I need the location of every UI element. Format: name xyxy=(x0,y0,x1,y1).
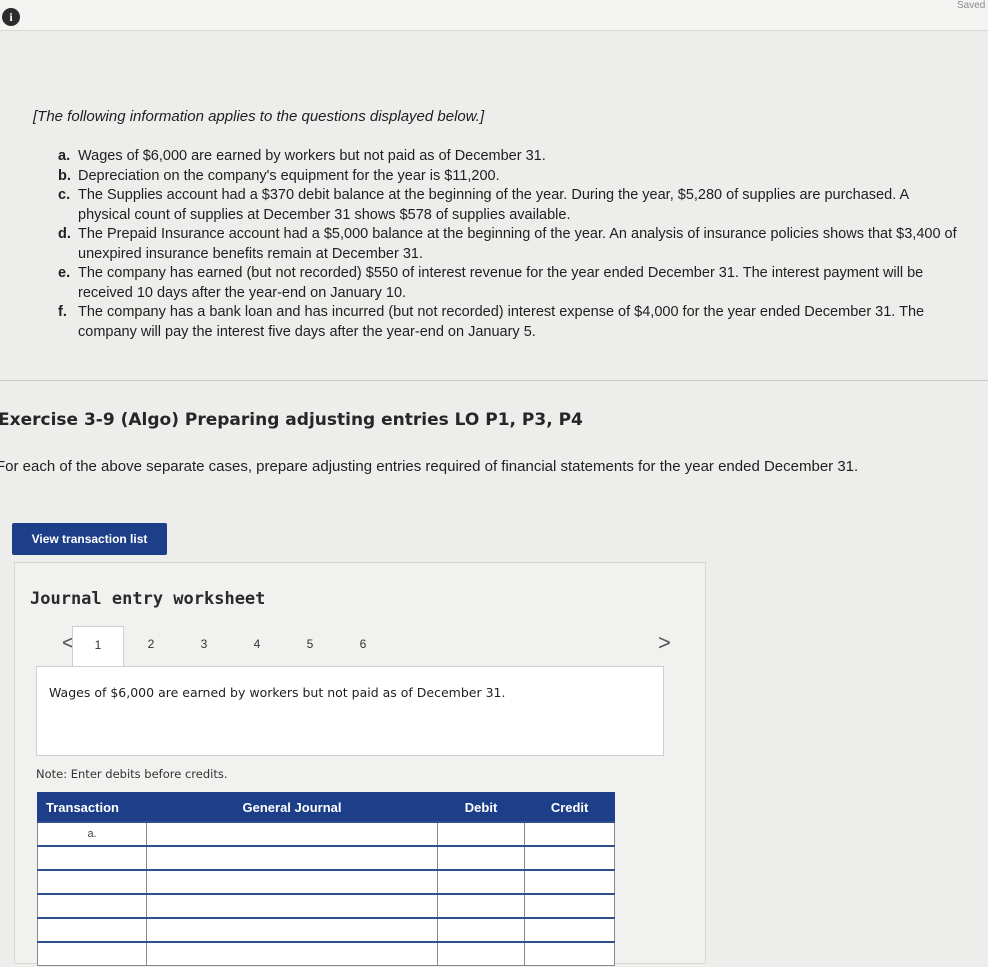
column-header-transaction: Transaction xyxy=(36,792,148,823)
credit-cell[interactable] xyxy=(524,869,615,895)
table-row xyxy=(36,869,615,895)
credit-cell[interactable] xyxy=(524,821,615,847)
case-marker: a. xyxy=(58,148,71,164)
debit-cell[interactable] xyxy=(436,917,526,943)
section-divider xyxy=(0,380,988,381)
tab-2[interactable]: 2 xyxy=(126,626,176,666)
credit-cell[interactable] xyxy=(524,941,615,966)
credit-cell[interactable] xyxy=(524,917,615,943)
table-row xyxy=(36,917,615,943)
credit-cell[interactable] xyxy=(524,845,615,871)
table-row xyxy=(36,893,615,919)
tab-4[interactable]: 4 xyxy=(232,626,282,666)
case-text: Depreciation on the company's equipment … xyxy=(78,167,500,184)
case-text: The company has a bank loan and has incu… xyxy=(78,304,925,340)
entry-description: Wages of $6,000 are earned by workers bu… xyxy=(49,685,506,700)
case-text: Wages of $6,000 are earned by workers bu… xyxy=(78,148,546,164)
table-row xyxy=(36,941,615,966)
case-text: The company has earned (but not recorded… xyxy=(78,265,924,301)
case-marker: d. xyxy=(58,226,71,242)
table-row: a. xyxy=(36,821,615,847)
exercise-instructions: For each of the above separate cases, pr… xyxy=(0,458,859,475)
debit-cell[interactable] xyxy=(436,941,526,966)
tab-5[interactable]: 5 xyxy=(285,626,335,666)
tab-1[interactable]: 1 xyxy=(72,626,124,669)
account-cell[interactable] xyxy=(146,917,438,943)
case-marker: c. xyxy=(58,187,71,203)
account-cell[interactable] xyxy=(146,869,438,895)
table-row xyxy=(36,845,615,871)
transaction-cell xyxy=(36,893,148,919)
case-marker: f. xyxy=(58,304,67,320)
entry-description-box: Wages of $6,000 are earned by workers bu… xyxy=(36,666,664,756)
debit-cell[interactable] xyxy=(436,845,526,871)
intro-text: [The following information applies to th… xyxy=(33,108,485,125)
account-cell[interactable] xyxy=(146,821,438,847)
top-bar: i Saved xyxy=(0,0,988,31)
saved-status: Saved xyxy=(957,0,986,11)
case-text: The Supplies account had a $370 debit ba… xyxy=(78,187,909,223)
case-marker: e. xyxy=(58,265,71,281)
account-cell[interactable] xyxy=(146,845,438,871)
entry-note: Note: Enter debits before credits. xyxy=(36,767,228,781)
transaction-cell xyxy=(36,869,148,895)
case-marker: b. xyxy=(58,167,71,184)
transaction-cell: a. xyxy=(36,821,148,847)
transaction-cell xyxy=(36,941,148,966)
credit-cell[interactable] xyxy=(524,893,615,919)
case-list: a. Wages of $6,000 are earned by workers … xyxy=(58,147,958,342)
list-item: e. The company has earned (but not record… xyxy=(58,264,958,303)
journal-table: Transaction General Journal Debit Credit… xyxy=(36,792,615,966)
list-item: a. Wages of $6,000 are earned by workers … xyxy=(58,147,958,167)
column-header-credit: Credit xyxy=(524,792,615,823)
transaction-cell xyxy=(36,845,148,871)
case-text: The Prepaid Insurance account had a $5,0… xyxy=(78,226,957,262)
column-header-debit: Debit xyxy=(436,792,526,823)
list-item: c. The Supplies account had a $370 debit … xyxy=(58,186,958,225)
account-cell[interactable] xyxy=(146,941,438,966)
transaction-cell xyxy=(36,917,148,943)
view-transaction-list-button[interactable]: View transaction list xyxy=(12,523,167,555)
account-cell[interactable] xyxy=(146,893,438,919)
column-header-general-journal: General Journal xyxy=(146,792,438,823)
list-item: d. The Prepaid Insurance account had a $5… xyxy=(58,225,958,264)
worksheet-tabs: < 1 2 3 4 5 6 > xyxy=(40,626,680,669)
tab-3[interactable]: 3 xyxy=(179,626,229,666)
worksheet-title: Journal entry worksheet xyxy=(30,589,266,609)
tab-6[interactable]: 6 xyxy=(338,626,388,666)
list-item: b. Depreciation on the company's equipmen… xyxy=(58,167,958,187)
exercise-title: Exercise 3-9 (Algo) Preparing adjusting … xyxy=(0,410,583,430)
info-icon[interactable]: i xyxy=(2,8,20,26)
debit-cell[interactable] xyxy=(436,869,526,895)
list-item: f. The company has a bank loan and has in… xyxy=(58,303,958,342)
debit-cell[interactable] xyxy=(436,821,526,847)
next-arrow-icon[interactable]: > xyxy=(658,630,671,656)
debit-cell[interactable] xyxy=(436,893,526,919)
